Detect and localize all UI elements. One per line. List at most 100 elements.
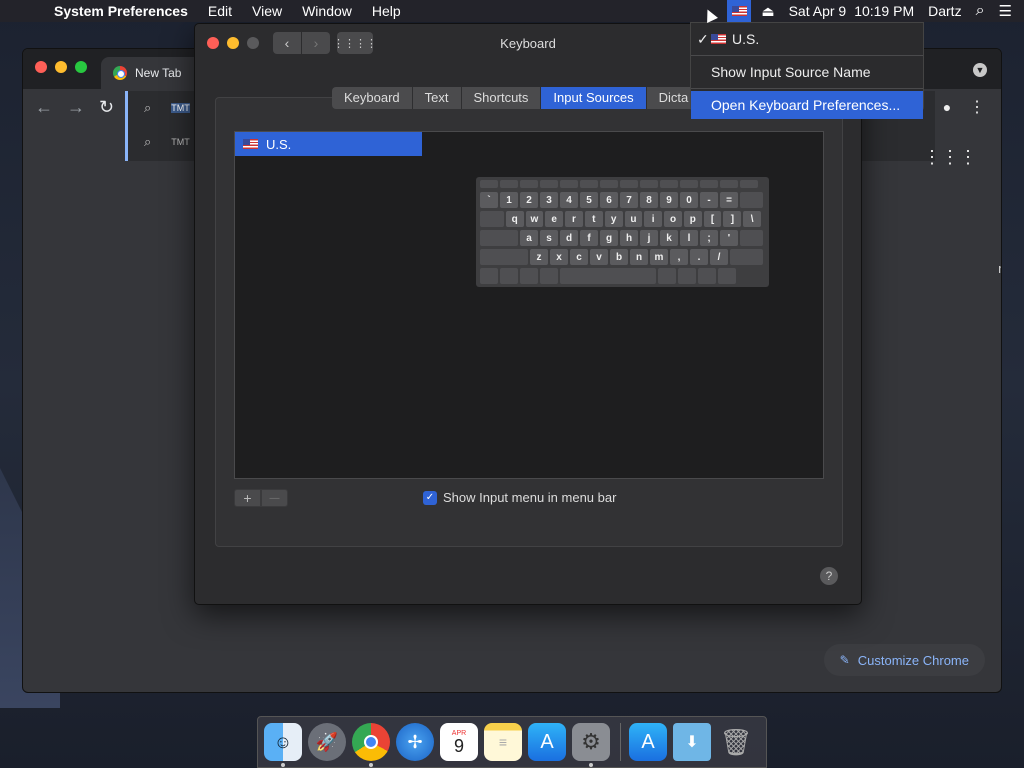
reload-icon[interactable]: ↻ xyxy=(99,97,114,118)
add-input-source-button[interactable]: + xyxy=(234,489,261,507)
keyboard-key: 3 xyxy=(540,192,558,208)
show-input-menu-label[interactable]: Show Input menu in menu bar xyxy=(443,490,616,505)
keyboard-modifier-key xyxy=(540,268,558,284)
input-source-menu-button[interactable] xyxy=(727,0,752,22)
finder-icon[interactable]: ☺ xyxy=(264,723,302,767)
tab-search-chevron-icon[interactable]: ▼ xyxy=(973,63,987,77)
show-input-menu-row: ✓ Show Input menu in menu bar xyxy=(423,490,616,505)
notification-center-icon[interactable]: ☰ xyxy=(999,2,1012,20)
customize-chrome-button[interactable]: ✎ Customize Chrome xyxy=(823,644,985,676)
input-source-dropdown-menu: ✓ U.S. Show Input Source Name Open Keybo… xyxy=(690,22,924,119)
menu-help[interactable]: Help xyxy=(372,3,401,19)
keyboard-key: ` xyxy=(480,192,498,208)
keyboard-layout-area: ` 1 2 3 4 5 6 7 8 9 0- = q w e r t y u i o p[] \ a s d f g h j k l; ' z x c… xyxy=(422,131,824,479)
customize-chrome-label: Customize Chrome xyxy=(857,652,969,668)
menu-time[interactable]: 10:19 PM xyxy=(854,3,914,19)
menu-item-open-prefs-label: Open Keyboard Preferences... xyxy=(711,97,901,113)
trash-icon[interactable]: 🗑 xyxy=(717,723,755,761)
spotlight-search-icon[interactable]: ⌕ xyxy=(976,2,985,20)
show-input-menu-checkbox[interactable]: ✓ xyxy=(423,490,437,505)
tab-keyboard[interactable]: Keyboard xyxy=(332,87,413,109)
system-preferences-icon[interactable]: ⚙ xyxy=(572,723,610,767)
app-store-downloads-icon[interactable]: A xyxy=(629,723,667,761)
menu-item-show-input-source-name[interactable]: Show Input Source Name xyxy=(691,58,923,86)
app-store-icon[interactable]: A xyxy=(528,723,566,761)
keyboard-function-key xyxy=(680,180,698,188)
tab-text[interactable]: Text xyxy=(413,87,462,109)
forward-arrow-icon[interactable]: → xyxy=(67,97,85,118)
menu-item-open-keyboard-preferences[interactable]: Open Keyboard Preferences... xyxy=(691,91,923,119)
keyboard-key: , xyxy=(670,249,688,265)
keyboard-modifier-key xyxy=(730,249,763,265)
keyboard-key: k xyxy=(660,230,678,246)
chrome-icon[interactable] xyxy=(352,723,390,767)
menu-separator xyxy=(691,88,923,89)
launchpad-icon[interactable]: 🚀 xyxy=(308,723,346,761)
keyboard-function-key xyxy=(580,180,598,188)
keyboard-space-row xyxy=(480,268,765,285)
keyboard-modifier-key xyxy=(500,268,518,284)
input-source-list: U.S. xyxy=(234,131,423,479)
keyboard-key: j xyxy=(640,230,658,246)
keyboard-key: - xyxy=(700,192,718,208)
keyboard-function-key xyxy=(480,180,498,188)
keyboard-key: . xyxy=(690,249,708,265)
profile-avatar-icon[interactable]: ● xyxy=(937,99,957,119)
keyboard-key: f xyxy=(580,230,598,246)
keyboard-key: a xyxy=(520,230,538,246)
checkmark-icon: ✓ xyxy=(697,30,709,47)
partial-side-text: m xyxy=(998,261,1001,276)
menu-item-show-name-label: Show Input Source Name xyxy=(711,64,871,80)
calendar-icon[interactable]: APR 9 xyxy=(440,723,478,761)
keyboard-key: z xyxy=(530,249,548,265)
keyboard-function-key xyxy=(640,180,658,188)
menu-window[interactable]: Window xyxy=(302,3,352,19)
keyboard-key: 1 xyxy=(500,192,518,208)
dock: ☺ 🚀 ✢ APR 9 ≡ A ⚙ A ⬇ 🗑 xyxy=(257,716,767,768)
keyboard-function-row xyxy=(480,180,765,190)
chrome-close-button[interactable] xyxy=(35,61,47,73)
pencil-icon: ✎ xyxy=(839,653,850,667)
eject-icon[interactable]: ⏏ xyxy=(761,3,774,20)
menu-view[interactable]: View xyxy=(252,3,282,19)
menu-separator xyxy=(691,55,923,56)
back-arrow-icon[interactable]: ← xyxy=(35,97,53,118)
keyboard-row: q w e r t y u i o p[] \ xyxy=(480,211,765,228)
us-flag-icon xyxy=(711,34,726,44)
tab-shortcuts[interactable]: Shortcuts xyxy=(462,87,542,109)
keyboard-key: m xyxy=(650,249,668,265)
menu-user[interactable]: Dartz xyxy=(928,3,961,19)
us-flag-icon xyxy=(731,6,747,16)
keyboard-key: 4 xyxy=(560,192,578,208)
remove-input-source-button[interactable]: — xyxy=(261,489,288,507)
menu-edit[interactable]: Edit xyxy=(208,3,232,19)
keyboard-key: q xyxy=(505,211,524,227)
chrome-minimize-button[interactable] xyxy=(55,61,67,73)
downloads-folder-icon[interactable]: ⬇ xyxy=(673,723,711,761)
keyboard-function-key xyxy=(600,180,618,188)
chrome-menu-icon[interactable]: ⋮ xyxy=(969,97,985,117)
keyboard-function-key xyxy=(740,180,758,188)
tab-input-sources[interactable]: Input Sources xyxy=(541,87,647,109)
keyboard-key: d xyxy=(560,230,578,246)
input-source-item[interactable]: U.S. xyxy=(235,132,422,156)
keyboard-key: 5 xyxy=(580,192,598,208)
keyboard-key: [ xyxy=(703,211,722,227)
help-button[interactable]: ? xyxy=(820,567,838,585)
menu-item-us[interactable]: ✓ U.S. xyxy=(691,25,923,53)
us-flag-icon xyxy=(243,139,258,149)
dock-separator xyxy=(620,723,621,761)
menu-date[interactable]: Sat Apr 9 xyxy=(789,3,847,19)
keyboard-modifier-key xyxy=(740,230,763,246)
keyboard-modifier-key xyxy=(698,268,716,284)
keyboard-modifier-key xyxy=(718,268,736,284)
calendar-day: 9 xyxy=(453,735,464,756)
google-apps-icon[interactable]: ⋮⋮⋮ xyxy=(923,147,977,168)
keyboard-key: ] xyxy=(723,211,742,227)
chrome-zoom-button[interactable] xyxy=(75,61,87,73)
menu-app-name[interactable]: System Preferences xyxy=(54,3,188,19)
notes-icon[interactable]: ≡ xyxy=(484,723,522,761)
safari-icon[interactable]: ✢ xyxy=(396,723,434,761)
keyboard-key: 8 xyxy=(640,192,658,208)
keyboard-modifier-key xyxy=(480,211,504,227)
